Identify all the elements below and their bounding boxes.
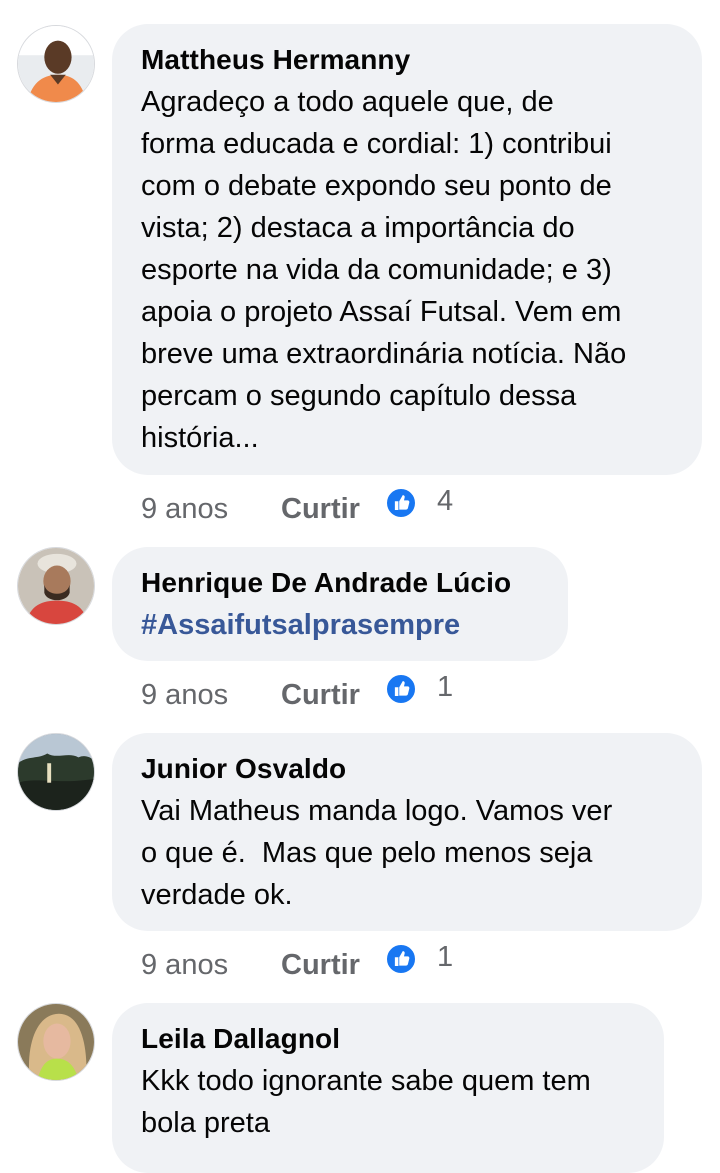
comment-actions: 9 anos Curtir 1 bbox=[141, 671, 453, 715]
avatar[interactable] bbox=[17, 547, 95, 625]
like-icon[interactable] bbox=[385, 487, 417, 519]
avatar[interactable] bbox=[17, 733, 95, 811]
like-icon[interactable] bbox=[385, 673, 417, 705]
comment-bubble: Henrique De Andrade Lúcio #Assaifutsalpr… bbox=[112, 547, 568, 661]
reaction-count[interactable]: 1 bbox=[437, 941, 453, 974]
comment-timestamp[interactable]: 9 anos bbox=[141, 679, 281, 712]
comment-timestamp[interactable]: 9 anos bbox=[141, 949, 281, 982]
avatar-photo bbox=[18, 1004, 94, 1080]
comment-author[interactable]: Leila Dallagnol bbox=[141, 1022, 636, 1056]
comment-bubble: Mattheus Hermanny Agradeço a todo aquele… bbox=[112, 24, 702, 475]
reaction-count[interactable]: 4 bbox=[437, 485, 453, 518]
reaction-count[interactable]: 1 bbox=[437, 671, 453, 704]
comment-author[interactable]: Junior Osvaldo bbox=[141, 752, 674, 786]
comment-text: Kkk todo ignorante sabe quem tem bola pr… bbox=[141, 1065, 591, 1139]
comment-text: Vai Matheus manda logo. Vamos ver o que … bbox=[141, 795, 613, 911]
comment-bubble: Leila Dallagnol Kkk todo ignorante sabe … bbox=[112, 1003, 664, 1173]
avatar-photo bbox=[18, 734, 94, 810]
like-button[interactable]: Curtir bbox=[281, 679, 385, 712]
comment-timestamp[interactable]: 9 anos bbox=[141, 493, 281, 526]
comment-author[interactable]: Henrique De Andrade Lúcio bbox=[141, 566, 540, 600]
like-button[interactable]: Curtir bbox=[281, 493, 385, 526]
hashtag-link[interactable]: #Assaifutsalprasempre bbox=[141, 604, 540, 646]
like-button[interactable]: Curtir bbox=[281, 949, 385, 982]
comment-author[interactable]: Mattheus Hermanny bbox=[141, 43, 674, 77]
avatar[interactable] bbox=[17, 25, 95, 103]
avatar[interactable] bbox=[17, 1003, 95, 1081]
comment-actions: 9 anos Curtir 4 bbox=[141, 485, 453, 529]
avatar-photo bbox=[18, 548, 94, 624]
avatar-photo bbox=[18, 26, 94, 102]
comment-actions: 9 anos Curtir 1 bbox=[141, 941, 453, 985]
comment-bubble: Junior Osvaldo Vai Matheus manda logo. V… bbox=[112, 733, 702, 931]
comment-text: Agradeço a todo aquele que, de forma edu… bbox=[141, 86, 627, 454]
like-icon[interactable] bbox=[385, 943, 417, 975]
